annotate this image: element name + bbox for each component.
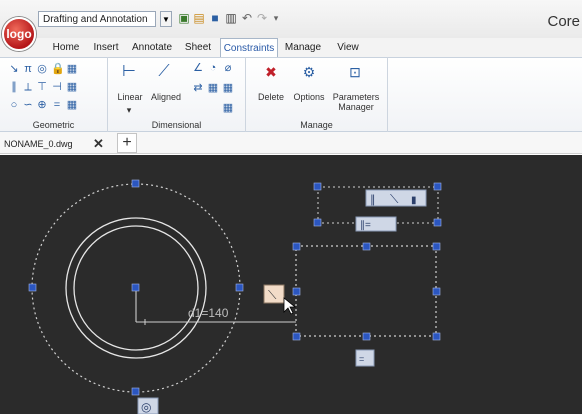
dim-show-all-icon[interactable]: ▦ [222, 82, 234, 94]
grip[interactable] [292, 242, 301, 251]
vertical-icon[interactable]: ⊣ [51, 81, 63, 93]
grip[interactable] [362, 332, 371, 341]
options-icon[interactable]: ⚙ [300, 65, 318, 84]
tab-constraints[interactable]: Constraints [220, 38, 278, 58]
perpendicular-constraint-icon[interactable]: ⟍ [390, 192, 399, 206]
hide-all-icon[interactable]: ▦ [66, 99, 78, 111]
perpendicular-icon[interactable]: ⟂ [22, 81, 34, 93]
geometric-group-label: Geometric [32, 120, 75, 130]
grip[interactable] [433, 182, 442, 191]
document-tab[interactable]: NONAME_0.dwg [4, 135, 104, 153]
manage-group-label: Manage [300, 120, 333, 130]
print-icon[interactable]: ▥ [224, 10, 238, 26]
linear-button[interactable]: Linear [112, 92, 148, 102]
app-title: Core [547, 13, 580, 30]
symmetric-icon[interactable]: ⊕ [36, 99, 48, 111]
smooth-icon[interactable]: ∽ [22, 99, 34, 111]
grip[interactable] [433, 218, 442, 227]
concentric-icon[interactable]: ◎ [36, 63, 48, 75]
dim-hide-all-icon[interactable]: ▦ [222, 102, 234, 114]
fix-icon[interactable]: 🔒 [51, 63, 65, 75]
grip[interactable] [432, 242, 441, 251]
drawing-svg: d1=140 ∥ ⟍ ▮ ∥= ⟍ = ◎ [28, 179, 442, 415]
app-menu-button[interactable]: logo [2, 17, 36, 51]
mouse-cursor-icon [283, 297, 297, 315]
save-icon[interactable]: ■ [208, 10, 222, 26]
grip[interactable] [313, 218, 322, 227]
new-file-icon[interactable]: ▣ [177, 10, 191, 26]
grip[interactable] [131, 179, 140, 188]
grip[interactable] [362, 242, 371, 251]
diameter-icon[interactable]: ⌀ [222, 62, 234, 74]
grip[interactable] [131, 387, 140, 396]
tab-view[interactable]: View [334, 38, 362, 57]
workspace-select[interactable]: Drafting and Annotation [38, 11, 156, 27]
grip[interactable] [292, 287, 301, 296]
convert-icon[interactable]: ⇄ [192, 82, 204, 94]
dim-show-icon[interactable]: ▦ [207, 82, 219, 94]
show-all-icon[interactable]: ▦ [66, 81, 78, 93]
add-tab-button[interactable]: + [117, 133, 137, 153]
tab-manage[interactable]: Manage [284, 38, 322, 57]
aligned-button[interactable]: Aligned [148, 92, 184, 102]
linear-icon[interactable]: ⊢ [120, 64, 138, 84]
undo-icon[interactable]: ↶ [240, 10, 254, 26]
grip[interactable] [313, 182, 322, 191]
manager-label: Manager [338, 102, 374, 112]
tab-sheet[interactable]: Sheet [182, 38, 214, 57]
tangent-icon[interactable]: ○ [8, 99, 20, 111]
parameters-manager-button[interactable]: Parameters Manager [330, 92, 382, 112]
coincident-icon[interactable]: ↘ [8, 63, 20, 75]
tab-home[interactable]: Home [52, 38, 80, 57]
linear-dropdown-icon[interactable]: ▾ [124, 105, 134, 116]
collinear-icon[interactable]: π [22, 63, 34, 75]
drawing-canvas[interactable]: d1=140 ∥ ⟍ ▮ ∥= ⟍ = ◎ [0, 155, 582, 415]
grip[interactable] [131, 283, 140, 292]
grip[interactable] [292, 332, 301, 341]
more-icon[interactable]: ▾ [269, 10, 283, 26]
equal-icon[interactable]: = [51, 99, 63, 111]
concentric-glyph-icon: ◎ [141, 400, 151, 414]
angular-icon[interactable]: ∠ [192, 62, 204, 74]
show-constraints-icon[interactable]: ▦ [66, 63, 78, 75]
grip[interactable] [432, 287, 441, 296]
dimension-label[interactable]: d1=140 [188, 306, 229, 320]
parameters-label: Parameters [332, 92, 380, 102]
radial-icon[interactable]: ◔ [207, 62, 219, 74]
options-button[interactable]: Options [290, 92, 328, 102]
tab-annotate[interactable]: Annotate [130, 38, 174, 57]
redo-icon[interactable]: ↷ [255, 10, 269, 26]
equal-glyph-icon: = [359, 354, 364, 364]
rectangle[interactable] [295, 245, 437, 337]
grip[interactable] [432, 332, 441, 341]
horizontal-icon[interactable]: ⊤ [36, 81, 48, 93]
parameters-manager-icon[interactable]: ⊡ [346, 65, 364, 84]
dimensional-group-label: Dimensional [151, 120, 202, 130]
parallel-icon[interactable]: ∥ [8, 81, 20, 93]
delete-constraints-icon[interactable]: ✖ [262, 65, 280, 84]
chevron-down-icon[interactable]: ▼ [160, 11, 172, 27]
perpendicular-glyph-icon: ⟍ [268, 288, 277, 302]
aligned-icon[interactable]: ⟋ [155, 64, 173, 84]
open-file-icon[interactable]: ▤ [192, 10, 206, 26]
grip[interactable] [235, 283, 244, 292]
grip[interactable] [28, 283, 37, 292]
horizontal-constraint-icon[interactable]: ▮ [411, 195, 417, 206]
parallel-constraint-icon[interactable]: ∥ [370, 194, 376, 206]
tab-insert[interactable]: Insert [90, 38, 122, 57]
equal-constraint-icon[interactable]: ∥= [360, 220, 371, 231]
delete-button[interactable]: Delete [252, 92, 290, 102]
close-tab-icon[interactable]: ✕ [93, 135, 105, 153]
